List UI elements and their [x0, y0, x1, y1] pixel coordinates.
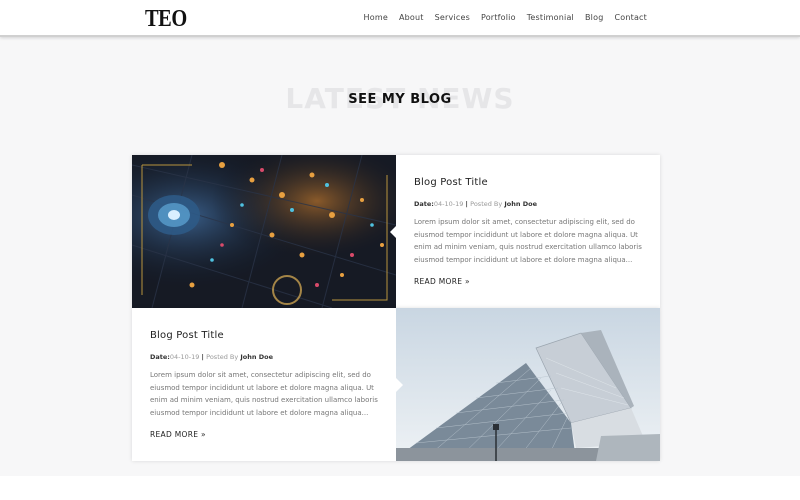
post-image-night-fair[interactable]	[132, 155, 396, 308]
post-date: 04-10-19	[169, 353, 200, 361]
post-content: Blog Post Title Date:04-10-19 | Posted B…	[396, 155, 660, 308]
post-meta: Date:04-10-19 | Posted By John Doe	[414, 200, 537, 208]
post-author[interactable]: John Doe	[240, 353, 273, 361]
card-pointer	[396, 378, 403, 392]
section-title: SEE MY BLOG	[348, 92, 452, 107]
nav-blog[interactable]: Blog	[585, 13, 603, 22]
section-heading: LATEST NEWS SEE MY BLOG	[0, 80, 800, 120]
nav-contact[interactable]: Contact	[614, 13, 647, 22]
date-label: Date:	[414, 200, 434, 208]
post-excerpt: Lorem ipsum dolor sit amet, consectetur …	[414, 218, 642, 264]
main-nav: Home About Services Portfolio Testimonia…	[364, 13, 647, 22]
navbar: TEO Home About Services Portfolio Testim…	[0, 0, 800, 37]
nav-about[interactable]: About	[399, 13, 424, 22]
blog-post-card: Blog Post Title Date:04-10-19 | Posted B…	[132, 308, 660, 461]
post-title[interactable]: Blog Post Title	[150, 330, 378, 341]
nav-portfolio[interactable]: Portfolio	[481, 13, 516, 22]
post-date: 04-10-19	[433, 200, 464, 208]
read-more-link[interactable]: READ MORE »	[414, 277, 470, 286]
posted-by-label: Posted By	[470, 200, 503, 208]
nav-home[interactable]: Home	[364, 13, 388, 22]
post-author[interactable]: John Doe	[504, 200, 537, 208]
posted-by-label: Posted By	[206, 353, 239, 361]
post-excerpt: Lorem ipsum dolor sit amet, consectetur …	[150, 371, 378, 417]
post-content: Blog Post Title Date:04-10-19 | Posted B…	[132, 308, 396, 461]
read-more-link[interactable]: READ MORE »	[150, 430, 206, 439]
post-meta: Date:04-10-19 | Posted By John Doe	[150, 353, 273, 361]
post-title[interactable]: Blog Post Title	[414, 177, 642, 188]
site-logo[interactable]: TEO	[145, 6, 187, 33]
post-image-glass-building[interactable]	[396, 308, 660, 461]
footer-strip	[0, 476, 800, 500]
nav-testimonial[interactable]: Testimonial	[527, 13, 574, 22]
nav-services[interactable]: Services	[435, 13, 470, 22]
blog-post-card: Blog Post Title Date:04-10-19 | Posted B…	[132, 155, 660, 308]
date-label: Date:	[150, 353, 170, 361]
